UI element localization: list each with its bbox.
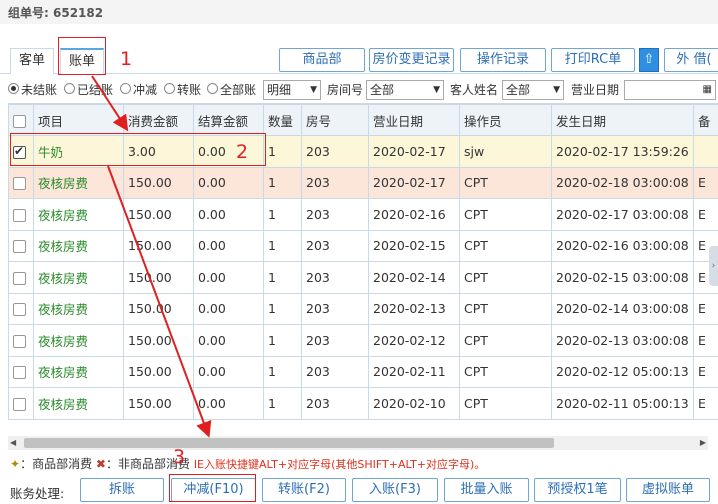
annotation-arrows — [91, 75, 212, 438]
annotation-arrow-1-to-2 — [91, 75, 129, 132]
annotation-arrow-2-to-3 — [107, 165, 212, 438]
